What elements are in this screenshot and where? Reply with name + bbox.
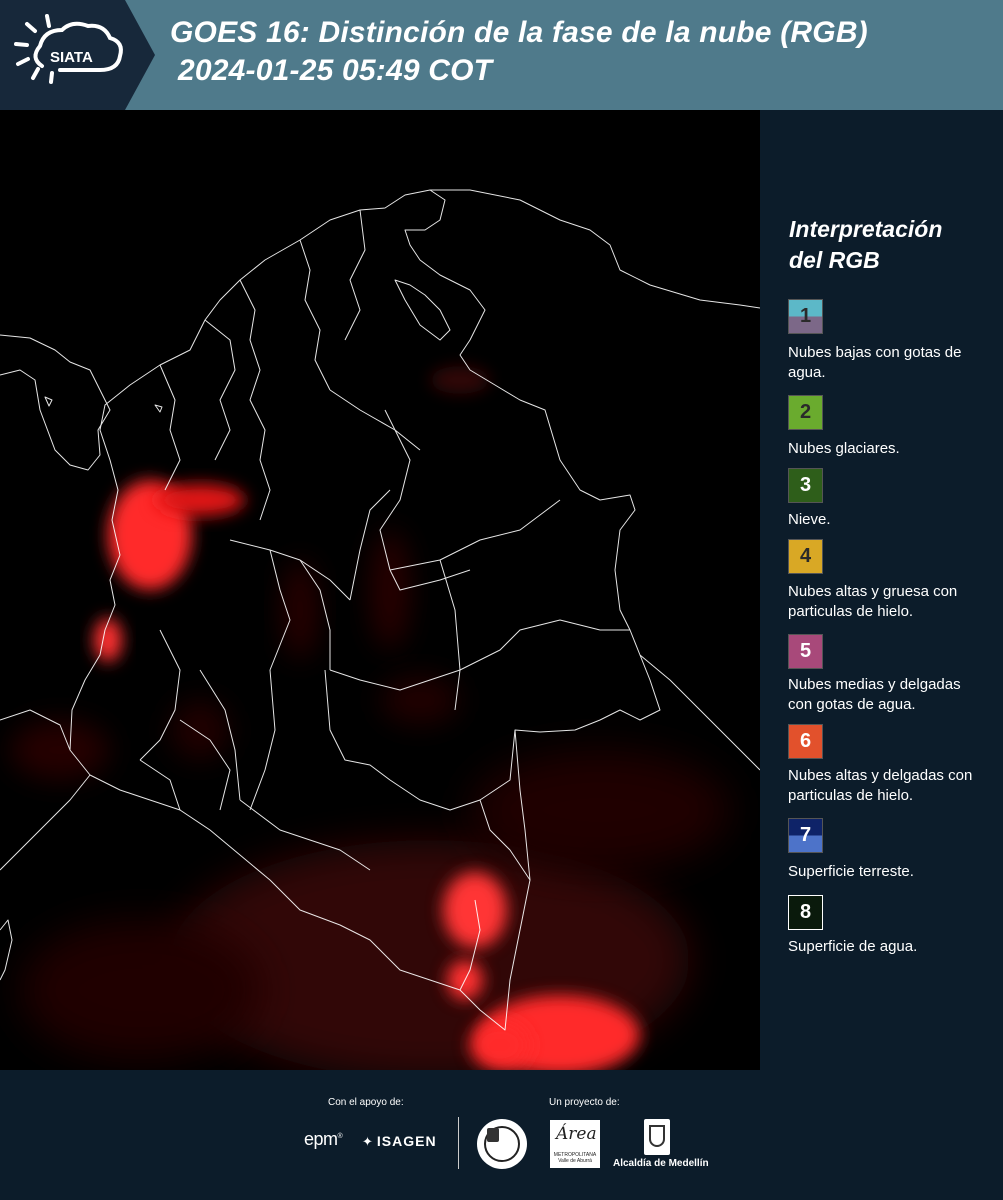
- area-logo-text: METROPOLITANA Valle de Aburrá: [553, 1152, 597, 1164]
- isagen-mark-icon: ✦: [362, 1134, 374, 1149]
- legend-title-line-1: Interpretación: [789, 216, 943, 242]
- legend-label-7: Superficie terreste.: [788, 863, 914, 880]
- legend-label-3: Nieve.: [788, 511, 831, 528]
- alcaldia-name: Alcaldía de Medellín: [613, 1158, 709, 1169]
- legend-title: Interpretación del RGB: [789, 214, 942, 276]
- title-line-1: GOES 16: Distinción de la fase de la nub…: [170, 16, 868, 49]
- legend-label-2: Nubes glaciares.: [788, 440, 900, 457]
- legend-swatch-7: 7: [788, 818, 823, 853]
- area-logo-script: Área: [556, 1124, 597, 1144]
- legend-swatch-8: 8: [788, 895, 823, 930]
- isagen-logo-text: ISAGEN: [376, 1133, 437, 1149]
- area-metropolitana-logo: Área METROPOLITANA Valle de Aburrá: [550, 1120, 600, 1168]
- legend-swatch-5: 5: [788, 634, 823, 669]
- page-title: GOES 16: Distinción de la fase de la nub…: [170, 14, 868, 90]
- legend-label-1: Nubes bajas con gotas de agua.: [788, 344, 962, 381]
- satellite-image: [0, 189, 760, 1070]
- legend-swatch-6: 6: [788, 724, 823, 759]
- isagen-logo: ✦ ISAGEN: [362, 1133, 437, 1150]
- alcaldia-crest-icon: [644, 1119, 670, 1155]
- header: SIATA GOES 16: Distinción de la fase de …: [0, 0, 1003, 110]
- legend-label-5: Nubes medias y delgadas con gotas de agu…: [788, 676, 961, 713]
- legend-swatch-2: 2: [788, 395, 823, 430]
- legend-title-line-2: del RGB: [789, 247, 880, 273]
- legend-label-6: Nubes altas y delgadas con particulas de…: [788, 767, 973, 804]
- legend-swatch-3: 3: [788, 468, 823, 503]
- title-line-2: 2024-01-25 05:49 COT: [178, 54, 493, 87]
- epm-logo: epm®: [304, 1129, 343, 1149]
- legend-label-8: Superficie de agua.: [788, 938, 918, 955]
- footer-divider: [458, 1117, 459, 1169]
- siata-logo: SIATA: [0, 0, 155, 110]
- project-caption: Un proyecto de:: [549, 1097, 620, 1108]
- satellite-map: [0, 110, 760, 1070]
- cloud-haze: [10, 366, 730, 1070]
- legend-panel: Interpretación del RGB 1 Nubes bajas con…: [760, 110, 1003, 1070]
- support-caption: Con el apoyo de:: [328, 1097, 404, 1108]
- medellin-seal-icon: [477, 1119, 527, 1169]
- siata-logo-text: SIATA: [50, 49, 93, 66]
- legend-swatch-1: 1: [788, 299, 823, 334]
- epm-logo-text: epm: [304, 1129, 338, 1149]
- legend-swatch-4: 4: [788, 539, 823, 574]
- footer: Con el apoyo de: Un proyecto de: epm® ✦ I…: [0, 1070, 1003, 1200]
- legend-label-4: Nubes altas y gruesa con particulas de h…: [788, 583, 958, 620]
